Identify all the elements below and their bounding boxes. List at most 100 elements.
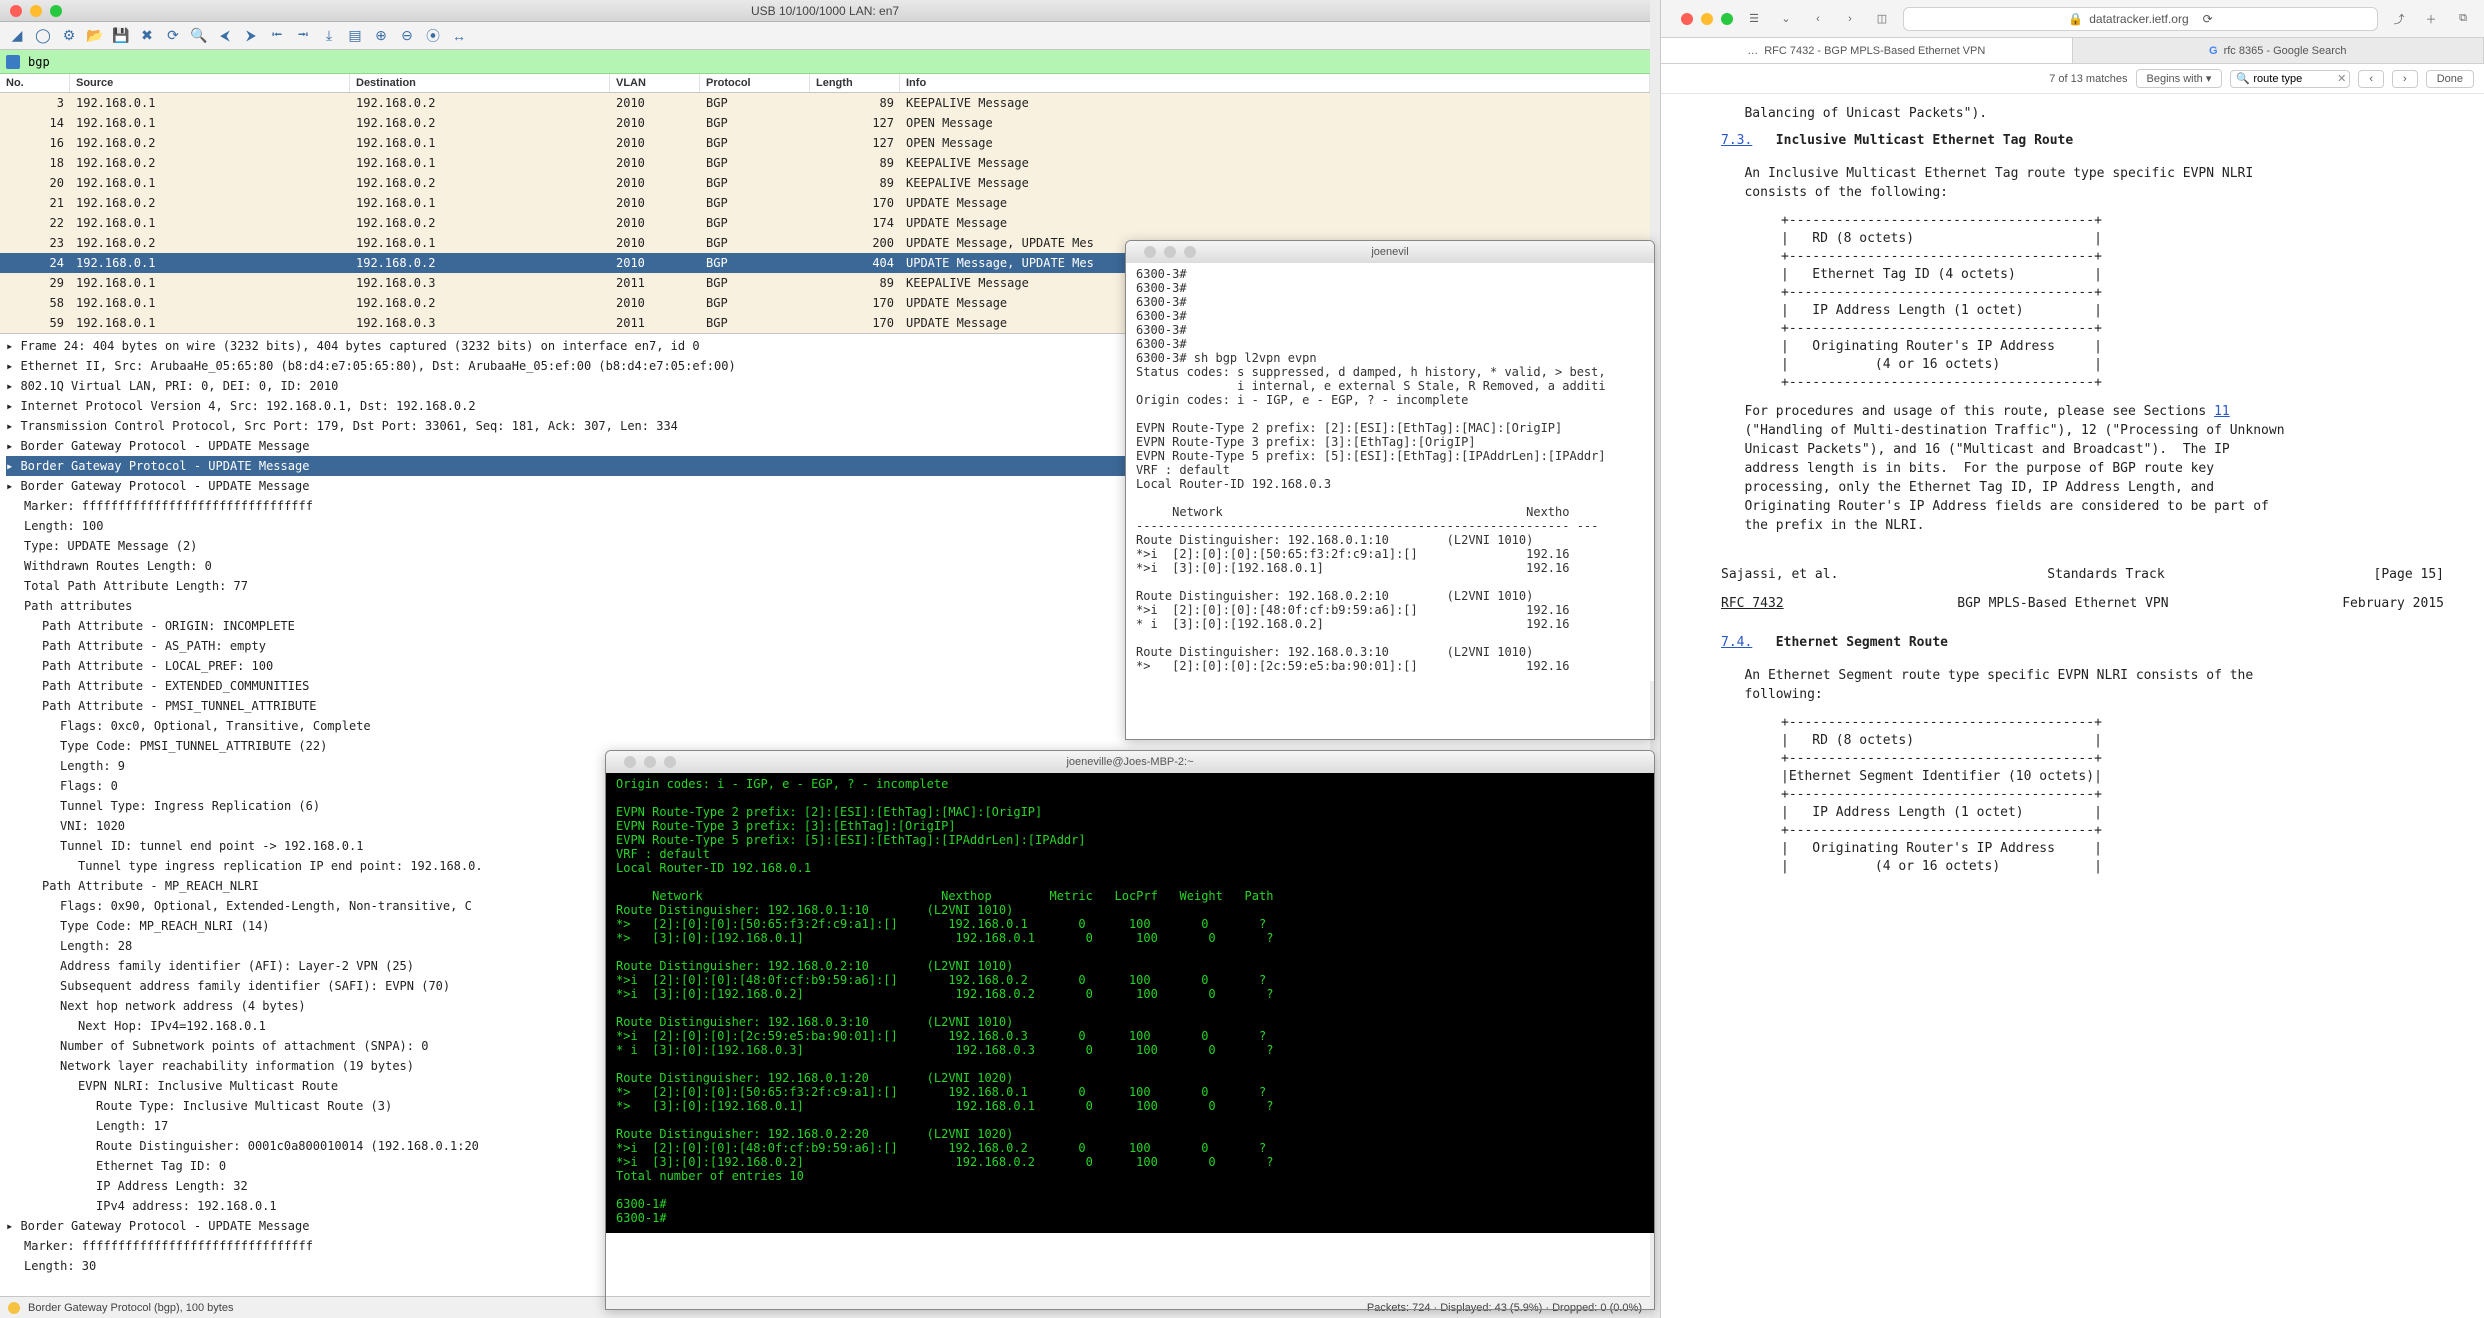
packet-row[interactable]: 14192.168.0.1192.168.0.22010BGP127OPEN M… [0,113,1650,133]
zoom-reset-icon[interactable]: ⦿ [422,25,444,47]
page-content[interactable]: Balancing of Unicast Packets"). 7.3. Inc… [1661,94,2484,1318]
next-icon[interactable]: ⮞ [240,25,262,47]
goto-last-icon[interactable]: ⭲ [292,25,314,47]
expert-info-icon[interactable] [8,1302,20,1314]
col-proto[interactable]: Protocol [700,74,810,92]
terminal-title: joenevil [1371,246,1408,258]
wireshark-titlebar: USB 10/100/1000 LAN: en7 [0,0,1650,22]
packet-row[interactable]: 21192.168.0.2192.168.0.12010BGP170UPDATE… [0,193,1650,213]
close-icon[interactable] [10,5,22,17]
col-len[interactable]: Length [810,74,900,92]
terminal-title: joeneville@Joes-MBP-2:~ [1066,756,1193,768]
find-done[interactable]: Done [2426,70,2474,88]
window-controls[interactable] [1134,246,1196,258]
minimize-icon[interactable] [30,5,42,17]
packet-list-header[interactable]: No. Source Destination VLAN Protocol Len… [0,74,1650,93]
address-text: datatracker.ietf.org [2089,12,2188,26]
terminal-white[interactable]: joenevil 6300-3# 6300-3# 6300-3# 6300-3#… [1125,240,1655,740]
packet-row[interactable]: 22192.168.0.1192.168.0.22010BGP174UPDATE… [0,213,1650,233]
safari-window: ☰ ⌄ ‹ › ◫ 🔒 datatracker.ietf.org ⟳ ⤴ ＋ ⧉… [1660,0,2484,1318]
tab-rfc7432[interactable]: … RFC 7432 - BGP MPLS-Based Ethernet VPN [1661,38,2073,63]
forward-icon[interactable]: › [1839,8,1861,30]
packet-row[interactable]: 20192.168.0.1192.168.0.22010BGP89KEEPALI… [0,173,1650,193]
maximize-icon[interactable] [664,756,676,768]
share-icon[interactable]: ⤴ [2388,8,2410,30]
display-filter-input[interactable] [24,53,1644,71]
address-bar[interactable]: 🔒 datatracker.ietf.org ⟳ [1903,7,2378,31]
new-tab-icon[interactable]: ＋ [2420,8,2442,30]
col-info[interactable]: Info [900,74,1650,92]
maximize-icon[interactable] [1184,246,1196,258]
tabs-icon[interactable]: ⧉ [2452,8,2474,30]
terminal-black[interactable]: joeneville@Joes-MBP-2:~ Origin codes: i … [605,750,1655,1310]
bookmark-icon[interactable] [6,55,20,69]
section-7-3: 7.3. Inclusive Multicast Ethernet Tag Ro… [1721,131,2454,150]
gear-icon[interactable]: ⚙ [58,25,80,47]
tab-bar: … RFC 7432 - BGP MPLS-Based Ethernet VPN… [1661,38,2484,64]
section-link[interactable]: 7.3. [1721,133,1752,148]
capture-options-icon[interactable]: ◯ [32,25,54,47]
search-icon: 🔍 [2236,72,2250,85]
status-left: Border Gateway Protocol (bgp), 100 bytes [28,1302,233,1314]
wireshark-toolbar: ◢ ◯ ⚙ 📂 💾 ✖ ⟳ 🔍 ⮜ ⮞ ⭰ ⭲ ⤓ ▤ ⊕ ⊖ ⦿ ↔ [0,22,1650,50]
sidebar-icon[interactable]: ☰ [1743,8,1765,30]
reload-icon[interactable]: ⟳ [2203,12,2213,26]
save-icon[interactable]: 💾 [110,25,132,47]
find-mode[interactable]: Begins with ▾ [2136,69,2223,88]
terminal-titlebar: joeneville@Joes-MBP-2:~ [606,751,1654,773]
chevron-down-icon[interactable]: ⌄ [1775,8,1797,30]
lock-icon: 🔒 [2068,12,2083,26]
prev-icon[interactable]: ⮜ [214,25,236,47]
shield-icon[interactable]: ◫ [1871,8,1893,30]
terminal-titlebar: joenevil [1126,241,1654,263]
resize-cols-icon[interactable]: ↔ [448,25,470,47]
text: Balancing of Unicast Packets"). [1721,104,2454,123]
col-dest[interactable]: Destination [350,74,610,92]
tab-label: RFC 7432 - BGP MPLS-Based Ethernet VPN [1764,45,1985,57]
window-title: USB 10/100/1000 LAN: en7 [751,4,899,18]
shark-fin-icon[interactable]: ◢ [6,25,28,47]
tab-label: rfc 8365 - Google Search [2224,45,2347,57]
autoscroll-icon[interactable]: ⤓ [318,25,340,47]
find-prev[interactable]: ‹ [2358,70,2384,88]
rfc-link[interactable]: RFC 7432 [1721,594,1784,613]
close-icon[interactable] [1681,13,1693,25]
section-link[interactable]: 11 [2214,404,2230,419]
page-header: RFC 7432 BGP MPLS-Based Ethernet VPN Feb… [1721,594,2454,613]
back-icon[interactable]: ‹ [1807,8,1829,30]
zoom-in-icon[interactable]: ⊕ [370,25,392,47]
text: An Ethernet Segment route type specific … [1721,666,2454,704]
terminal-body[interactable]: Origin codes: i - IGP, e - EGP, ? - inco… [606,773,1654,1233]
col-source[interactable]: Source [70,74,350,92]
find-icon[interactable]: 🔍 [188,25,210,47]
maximize-icon[interactable] [1721,13,1733,25]
clear-icon[interactable]: ✕ [2337,72,2346,85]
section-link[interactable]: 7.4. [1721,635,1752,650]
window-controls[interactable] [0,5,62,17]
maximize-icon[interactable] [50,5,62,17]
tab-icon: … [1747,45,1758,57]
zoom-out-icon[interactable]: ⊖ [396,25,418,47]
window-controls[interactable] [1671,13,1733,25]
tab-google[interactable]: G rfc 8365 - Google Search [2073,38,2484,63]
text: An Inclusive Multicast Ethernet Tag rout… [1721,164,2454,202]
goto-first-icon[interactable]: ⭰ [266,25,288,47]
col-vlan[interactable]: VLAN [610,74,700,92]
col-no[interactable]: No. [0,74,70,92]
close-icon[interactable] [1144,246,1156,258]
minimize-icon[interactable] [1701,13,1713,25]
packet-row[interactable]: 18192.168.0.2192.168.0.12010BGP89KEEPALI… [0,153,1650,173]
colorize-icon[interactable]: ▤ [344,25,366,47]
packet-row[interactable]: 16192.168.0.2192.168.0.12010BGP127OPEN M… [0,133,1650,153]
minimize-icon[interactable] [644,756,656,768]
section-title: Inclusive Multicast Ethernet Tag Route [1776,133,2073,148]
close-icon[interactable]: ✖ [136,25,158,47]
reload-icon[interactable]: ⟳ [162,25,184,47]
find-next[interactable]: › [2392,70,2418,88]
window-controls[interactable] [614,756,676,768]
open-file-icon[interactable]: 📂 [84,25,106,47]
terminal-body[interactable]: 6300-3# 6300-3# 6300-3# 6300-3# 6300-3# … [1126,263,1654,681]
minimize-icon[interactable] [1164,246,1176,258]
close-icon[interactable] [624,756,636,768]
packet-row[interactable]: 3192.168.0.1192.168.0.22010BGP89KEEPALIV… [0,93,1650,113]
